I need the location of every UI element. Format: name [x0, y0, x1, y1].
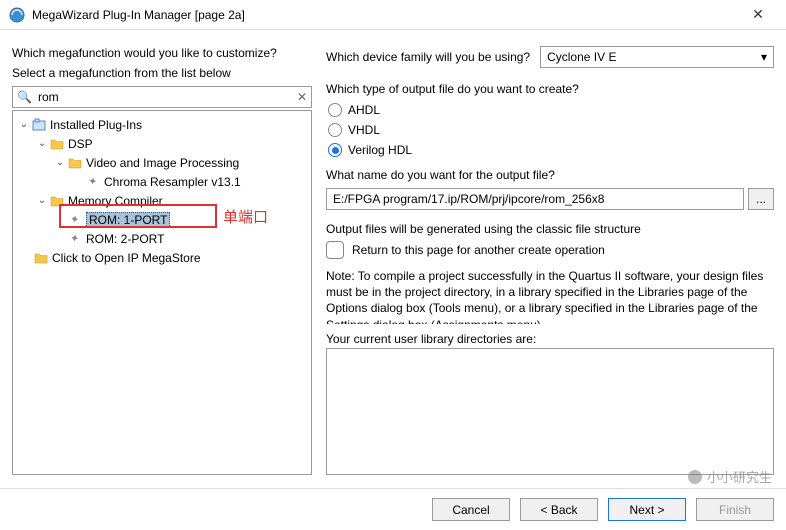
tree-label: DSP	[68, 137, 93, 151]
annotation-label: 单端口	[223, 206, 268, 227]
return-checkbox-row[interactable]: Return to this page for another create o…	[326, 241, 774, 259]
expand-icon[interactable]: ⌄	[53, 157, 67, 168]
output-type-label: Which type of output file do you want to…	[326, 82, 774, 96]
btn-label: Next >	[629, 503, 664, 517]
folder-icon	[49, 136, 65, 152]
tree-node-megastore[interactable]: Click to Open IP MegaStore	[15, 248, 309, 267]
search-input[interactable]	[36, 89, 297, 105]
folder-icon	[67, 155, 83, 171]
app-icon	[8, 6, 26, 24]
output-file-input[interactable]	[326, 188, 744, 210]
wand-icon: ✦	[85, 174, 101, 190]
expand-icon[interactable]: ⌄	[35, 138, 49, 149]
device-family-label: Which device family will you be using?	[326, 50, 530, 64]
clear-search-icon[interactable]: ✕	[297, 90, 307, 104]
tree-label: Installed Plug-Ins	[50, 118, 142, 132]
tree-node-rom2[interactable]: ✦ ROM: 2-PORT	[15, 229, 309, 248]
finish-button: Finish	[696, 498, 774, 521]
tree-node-installed[interactable]: ⌄ Installed Plug-Ins	[15, 115, 309, 134]
search-field-wrap: 🔍 ✕	[12, 86, 312, 108]
chevron-down-icon: ▾	[761, 50, 767, 64]
back-button[interactable]: < Back	[520, 498, 598, 521]
lib-label: Your current user library directories ar…	[326, 332, 774, 346]
tree-label: ROM: 2-PORT	[86, 232, 164, 246]
tree-label: Chroma Resampler v13.1	[104, 175, 241, 189]
tree-label: Video and Image Processing	[86, 156, 239, 170]
folder-icon	[33, 250, 49, 266]
device-family-combo[interactable]: Cyclone IV E ▾	[540, 46, 774, 68]
left-pane: Which megafunction would you like to cus…	[12, 40, 312, 475]
wand-icon: ✦	[67, 231, 83, 247]
radio-verilog[interactable]: Verilog HDL	[328, 143, 774, 157]
browse-button[interactable]: ...	[748, 188, 774, 210]
compile-note: Note: To compile a project successfully …	[326, 268, 774, 324]
tree-label: Click to Open IP MegaStore	[52, 251, 201, 265]
tree-label: Memory Compiler	[68, 194, 163, 208]
btn-label: Cancel	[452, 503, 489, 517]
window-title: MegaWizard Plug-In Manager [page 2a]	[32, 8, 738, 22]
classic-note: Output files will be generated using the…	[326, 222, 774, 236]
combo-value: Cyclone IV E	[547, 50, 616, 64]
output-name-label: What name do you want for the output fil…	[326, 168, 774, 182]
expand-icon[interactable]: ⌄	[35, 195, 49, 206]
cancel-button[interactable]: Cancel	[432, 498, 510, 521]
radio-vhdl[interactable]: VHDL	[328, 123, 774, 137]
expand-icon[interactable]: ⌄	[17, 119, 31, 130]
checkbox-icon[interactable]	[326, 241, 344, 259]
right-pane: Which device family will you be using? C…	[312, 40, 774, 475]
tree-node-vip[interactable]: ⌄ Video and Image Processing	[15, 153, 309, 172]
tree-label-selected: ROM: 1-PORT	[86, 212, 170, 228]
tree-node-dsp[interactable]: ⌄ DSP	[15, 134, 309, 153]
footer: Cancel < Back Next > Finish	[0, 488, 786, 530]
btn-label: Finish	[719, 503, 751, 517]
close-button[interactable]: ✕	[738, 6, 778, 23]
radio-ahdl[interactable]: AHDL	[328, 103, 774, 117]
btn-label: < Back	[540, 503, 577, 517]
checkbox-label: Return to this page for another create o…	[352, 243, 605, 257]
browse-label: ...	[756, 192, 766, 206]
radio-label: AHDL	[348, 103, 380, 117]
radio-label: VHDL	[348, 123, 380, 137]
wand-icon: ✦	[67, 212, 83, 228]
prompt-select: Select a megafunction from the list belo…	[12, 66, 312, 80]
folder-icon	[49, 193, 65, 209]
next-button[interactable]: Next >	[608, 498, 686, 521]
search-icon: 🔍	[17, 90, 32, 104]
titlebar: MegaWizard Plug-In Manager [page 2a] ✕	[0, 0, 786, 30]
megafunction-tree[interactable]: ⌄ Installed Plug-Ins ⌄ DSP ⌄ Video and I…	[12, 110, 312, 475]
radio-label: Verilog HDL	[348, 143, 412, 157]
library-list[interactable]	[326, 348, 774, 475]
tree-node-chroma[interactable]: ✦ Chroma Resampler v13.1	[15, 172, 309, 191]
plugins-icon	[31, 117, 47, 133]
prompt-customize: Which megafunction would you like to cus…	[12, 46, 312, 60]
